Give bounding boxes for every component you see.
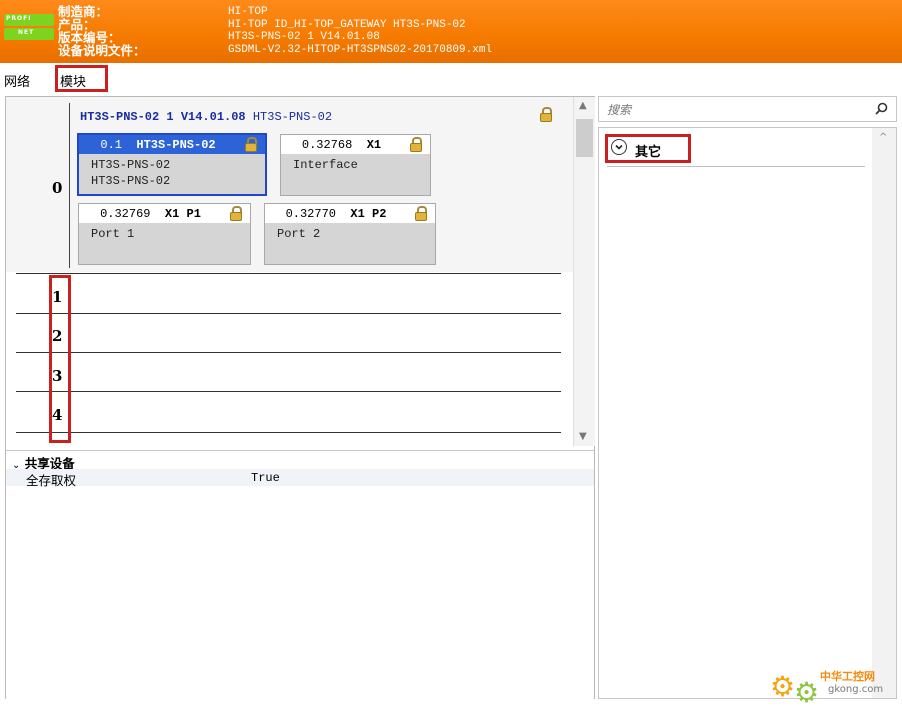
module-card[interactable]: 0.32769 X1 P1 Port 1 bbox=[78, 203, 251, 265]
lock-icon bbox=[415, 206, 427, 221]
scroll-down-icon[interactable]: ▼ bbox=[579, 431, 587, 442]
lock-icon bbox=[410, 137, 422, 152]
search-icon[interactable] bbox=[875, 102, 888, 115]
slot-separator bbox=[16, 432, 561, 433]
slot-0[interactable]: 0 HT3S-PNS-02 1 V14.01.08 HT3S-PNS-02 0.… bbox=[6, 97, 573, 272]
profinet-logo: PROFI NET bbox=[4, 12, 54, 42]
module-card[interactable]: 0.32770 X1 P2 Port 2 bbox=[264, 203, 436, 265]
highlight-box bbox=[55, 65, 108, 92]
scroll-up-icon[interactable]: ▲ bbox=[579, 100, 587, 111]
manufacturer-label: 制造商： bbox=[58, 4, 109, 19]
gsd-file-value: GSDML-V2.32-HITOP-HT3SPNS02-20170809.xml bbox=[228, 44, 493, 56]
highlight-box bbox=[605, 134, 691, 163]
module-view-pane: 0 HT3S-PNS-02 1 V14.01.08 HT3S-PNS-02 0.… bbox=[5, 96, 595, 699]
rack-area: 0 HT3S-PNS-02 1 V14.01.08 HT3S-PNS-02 0.… bbox=[6, 97, 573, 446]
manufacturer-value: HI-TOP bbox=[228, 6, 268, 18]
watermark: ⚙ ⚙ 中华工控网 gkong.com bbox=[770, 670, 884, 709]
product-value: HI-TOP ID_HI-TOP_GATEWAY HT3S-PNS-02 bbox=[228, 19, 466, 31]
version-label: 版本编号： bbox=[58, 30, 121, 45]
slot-separator bbox=[16, 391, 561, 392]
scroll-thumb[interactable] bbox=[576, 119, 593, 157]
lock-icon bbox=[230, 206, 242, 221]
catalog-divider bbox=[607, 166, 865, 167]
property-row[interactable] bbox=[6, 469, 594, 486]
catalog-search bbox=[598, 96, 897, 122]
catalog-pane: ^ 其它 bbox=[598, 96, 897, 699]
slot-separator bbox=[16, 273, 561, 274]
slot-separator bbox=[16, 313, 561, 314]
properties-panel: ⌄ 共享设备 全存取权 True bbox=[6, 450, 594, 699]
lock-icon bbox=[540, 107, 552, 122]
version-value: HT3S-PNS-02 1 V14.01.08 bbox=[228, 31, 380, 43]
catalog-tree: ^ 其它 bbox=[598, 127, 897, 699]
scroll-up-icon[interactable]: ^ bbox=[879, 132, 887, 143]
search-input[interactable] bbox=[605, 100, 859, 120]
gsd-file-label: 设备说明文件： bbox=[58, 43, 146, 58]
view-tabs: 网络 模块 bbox=[0, 63, 902, 93]
module-card[interactable]: 0.32768 X1 Interface bbox=[280, 134, 431, 196]
property-key: 全存取权 bbox=[26, 473, 77, 488]
rack-scrollbar[interactable]: ▲ ▼ bbox=[573, 97, 595, 446]
property-value[interactable]: True bbox=[251, 471, 280, 485]
module-card[interactable]: 0.1 HT3S-PNS-02 HT3S-PNS-02 HT3S-PNS-02 bbox=[77, 133, 267, 196]
gear-icon: ⚙ bbox=[770, 670, 796, 703]
slot-separator bbox=[16, 352, 561, 353]
gear-icon: ⚙ bbox=[794, 676, 820, 709]
device-title: HT3S-PNS-02 1 V14.01.08 HT3S-PNS-02 bbox=[80, 110, 333, 124]
slot-divider bbox=[69, 103, 70, 268]
tab-network[interactable]: 网络 bbox=[4, 71, 30, 90]
highlight-box bbox=[49, 275, 71, 443]
device-header: PROFI NET 制造商： 产品： 版本编号： 设备说明文件： HI-TOP … bbox=[0, 0, 902, 63]
lock-icon bbox=[245, 137, 257, 152]
slot-number: 0 bbox=[52, 179, 63, 197]
product-label: 产品： bbox=[58, 17, 96, 32]
catalog-scrollbar[interactable]: ^ bbox=[872, 128, 896, 698]
